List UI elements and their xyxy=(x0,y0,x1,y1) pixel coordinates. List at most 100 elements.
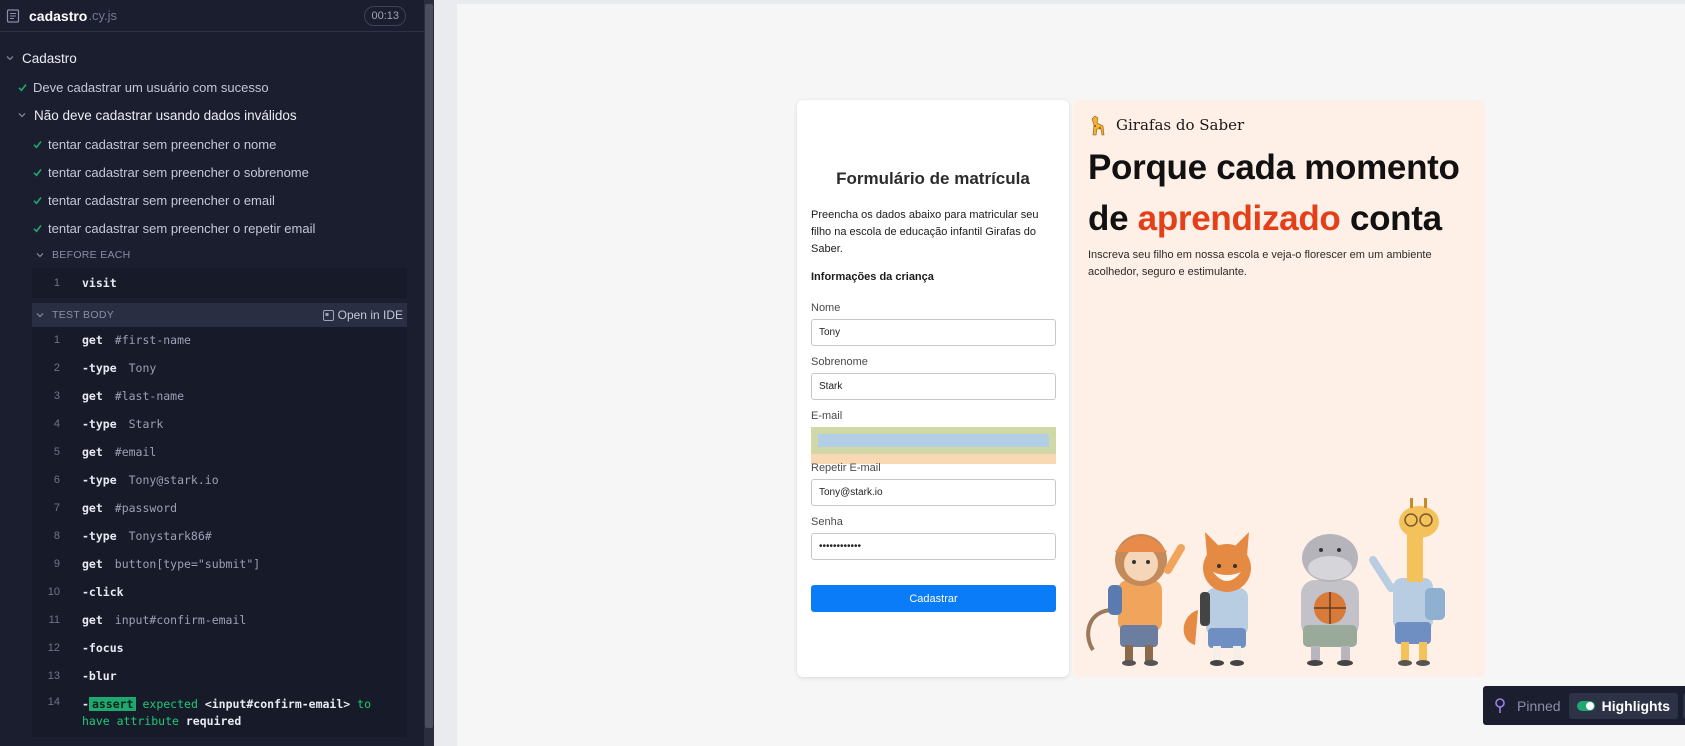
hook-before-each[interactable]: BEFORE EACH xyxy=(32,243,407,267)
test-item-active[interactable]: tentar cadastrar sem preencher o repetir… xyxy=(33,216,315,240)
command-row-assert[interactable]: 14 - assert expected <input#confirm-email>… xyxy=(32,689,407,733)
command-name: visit xyxy=(82,276,117,290)
pin-icon xyxy=(1493,697,1507,714)
command-message: Tony@stark.io xyxy=(128,473,219,487)
check-icon xyxy=(33,224,42,233)
command-row[interactable]: 10 -click xyxy=(32,579,407,605)
giraffe-logo-icon xyxy=(1088,114,1108,136)
before-each-commands: 1 visit xyxy=(32,268,407,298)
assert-badge: assert xyxy=(88,697,137,711)
command-row[interactable]: 1 get #first-name xyxy=(32,327,407,353)
hook-label: BEFORE EACH xyxy=(52,249,131,261)
command-number: 1 xyxy=(53,277,60,289)
command-number: 13 xyxy=(47,670,60,682)
command-message: #email xyxy=(114,445,157,459)
run-timer: 00:13 xyxy=(364,6,406,26)
chevron-down-icon xyxy=(36,253,44,258)
spec-header: cadastro .cy.js 00:13 xyxy=(0,0,424,32)
suite-cadastro[interactable]: Cadastro xyxy=(6,46,77,70)
test-body-commands: 1 get #first-name 2 -type Tony 3 get #last-nam… xyxy=(32,327,407,737)
test-item[interactable]: tentar cadastrar sem preencher o nome xyxy=(33,132,276,156)
sub-suite[interactable]: Não deve cadastrar usando dados inválido… xyxy=(18,103,297,127)
command-message: #password xyxy=(114,501,178,515)
spec-file-name[interactable]: cadastro xyxy=(29,8,87,24)
spec-file-ext: .cy.js xyxy=(88,8,118,23)
command-row[interactable]: 3 get #last-name xyxy=(32,383,407,409)
test-title: tentar cadastrar sem preencher o sobreno… xyxy=(48,164,309,180)
check-icon xyxy=(18,83,27,92)
form-description: Preencha os dados abaixo para matricular… xyxy=(811,209,1039,255)
command-row[interactable]: 6 -type Tony@stark.io xyxy=(32,467,407,493)
scrollbar-thumb[interactable] xyxy=(425,4,433,728)
command-name: get xyxy=(82,501,103,515)
command-name: get xyxy=(82,445,103,459)
command-name: -focus xyxy=(82,641,124,655)
command-message: Stark xyxy=(128,417,164,431)
command-row[interactable]: 4 -type Stark xyxy=(32,411,407,437)
test-title: tentar cadastrar sem preencher o nome xyxy=(48,136,277,152)
command-row[interactable]: 12 -focus xyxy=(32,635,407,661)
command-message: Tonystark86# xyxy=(128,529,212,543)
panel-divider[interactable] xyxy=(434,0,442,746)
headline-part: conta xyxy=(1340,199,1442,238)
headline: Porque cada momento de aprendizado conta xyxy=(1088,142,1483,244)
command-row[interactable]: 1 visit xyxy=(32,270,407,296)
command-row[interactable]: 11 get input#confirm-email xyxy=(32,607,407,633)
assert-prefix: - xyxy=(82,697,89,711)
password-input[interactable] xyxy=(811,533,1056,560)
pinned-snapshot-bar: Pinned Highlights xyxy=(1483,686,1685,725)
assert-subject: <input#confirm-email> xyxy=(204,697,351,711)
open-in-ide-button[interactable]: Open in IDE xyxy=(322,303,403,327)
command-number: 10 xyxy=(47,586,60,598)
command-name: get xyxy=(82,333,103,347)
assert-value: required xyxy=(185,714,242,728)
test-title: tentar cadastrar sem preencher o email xyxy=(48,192,275,208)
reporter-scrollbar[interactable] xyxy=(424,0,434,746)
email-input-highlight[interactable] xyxy=(811,427,1056,464)
last-name-input[interactable] xyxy=(811,373,1056,400)
command-number: 12 xyxy=(47,642,60,654)
command-row[interactable]: 2 -type Tony xyxy=(32,355,407,381)
chevron-down-icon xyxy=(6,56,14,61)
command-number: 4 xyxy=(53,418,60,430)
first-name-input[interactable] xyxy=(811,319,1056,346)
headline-part: de xyxy=(1088,199,1138,238)
command-number: 2 xyxy=(53,362,60,374)
highlight-content xyxy=(818,434,1049,447)
command-row[interactable]: 9 get button[type="submit"] xyxy=(32,551,407,577)
hook-label: TEST BODY xyxy=(52,309,115,321)
command-row[interactable]: 7 get #password xyxy=(32,495,407,521)
command-message: Tony xyxy=(128,361,157,375)
command-log-panel: cadastro .cy.js 00:13 Cadastro Deve cada… xyxy=(0,0,424,746)
file-icon xyxy=(6,8,20,23)
command-row[interactable]: 13 -blur xyxy=(32,663,407,689)
test-item[interactable]: Deve cadastrar um usuário com sucesso xyxy=(18,75,269,99)
enrollment-form: Formulário de matrícula Preencha os dado… xyxy=(797,100,1069,677)
command-row[interactable]: 5 get #email xyxy=(32,439,407,465)
command-number: 11 xyxy=(48,614,60,626)
command-name: -type xyxy=(82,361,117,375)
command-number: 7 xyxy=(53,502,60,514)
test-item[interactable]: tentar cadastrar sem preencher o sobreno… xyxy=(33,160,309,184)
hook-test-body[interactable]: TEST BODY Open in IDE xyxy=(32,303,407,327)
confirm-email-input[interactable] xyxy=(811,479,1056,506)
command-row[interactable]: 8 -type Tonystark86# xyxy=(32,523,407,549)
highlights-toggle[interactable]: Highlights xyxy=(1568,692,1679,719)
suite-title: Cadastro xyxy=(22,50,77,66)
command-name: -type xyxy=(82,417,117,431)
assert-message: - assert expected <input#confirm-email> to… xyxy=(82,696,392,730)
highlights-label: Highlights xyxy=(1601,697,1671,714)
command-number: 1 xyxy=(53,334,60,346)
app-preview: Formulário de matrícula Preencha os dado… xyxy=(457,4,1685,746)
pinned-label: Pinned xyxy=(1517,697,1561,714)
command-name: get xyxy=(82,557,103,571)
command-name: -click xyxy=(82,585,124,599)
command-number: 3 xyxy=(53,390,60,402)
submit-button[interactable]: Cadastrar xyxy=(811,585,1056,612)
test-item[interactable]: tentar cadastrar sem preencher o email xyxy=(33,188,275,212)
assert-text: expected xyxy=(142,697,198,711)
command-name: get xyxy=(82,613,103,627)
command-name: -blur xyxy=(82,669,117,683)
command-message: #last-name xyxy=(114,389,185,403)
command-number: 6 xyxy=(53,474,60,486)
